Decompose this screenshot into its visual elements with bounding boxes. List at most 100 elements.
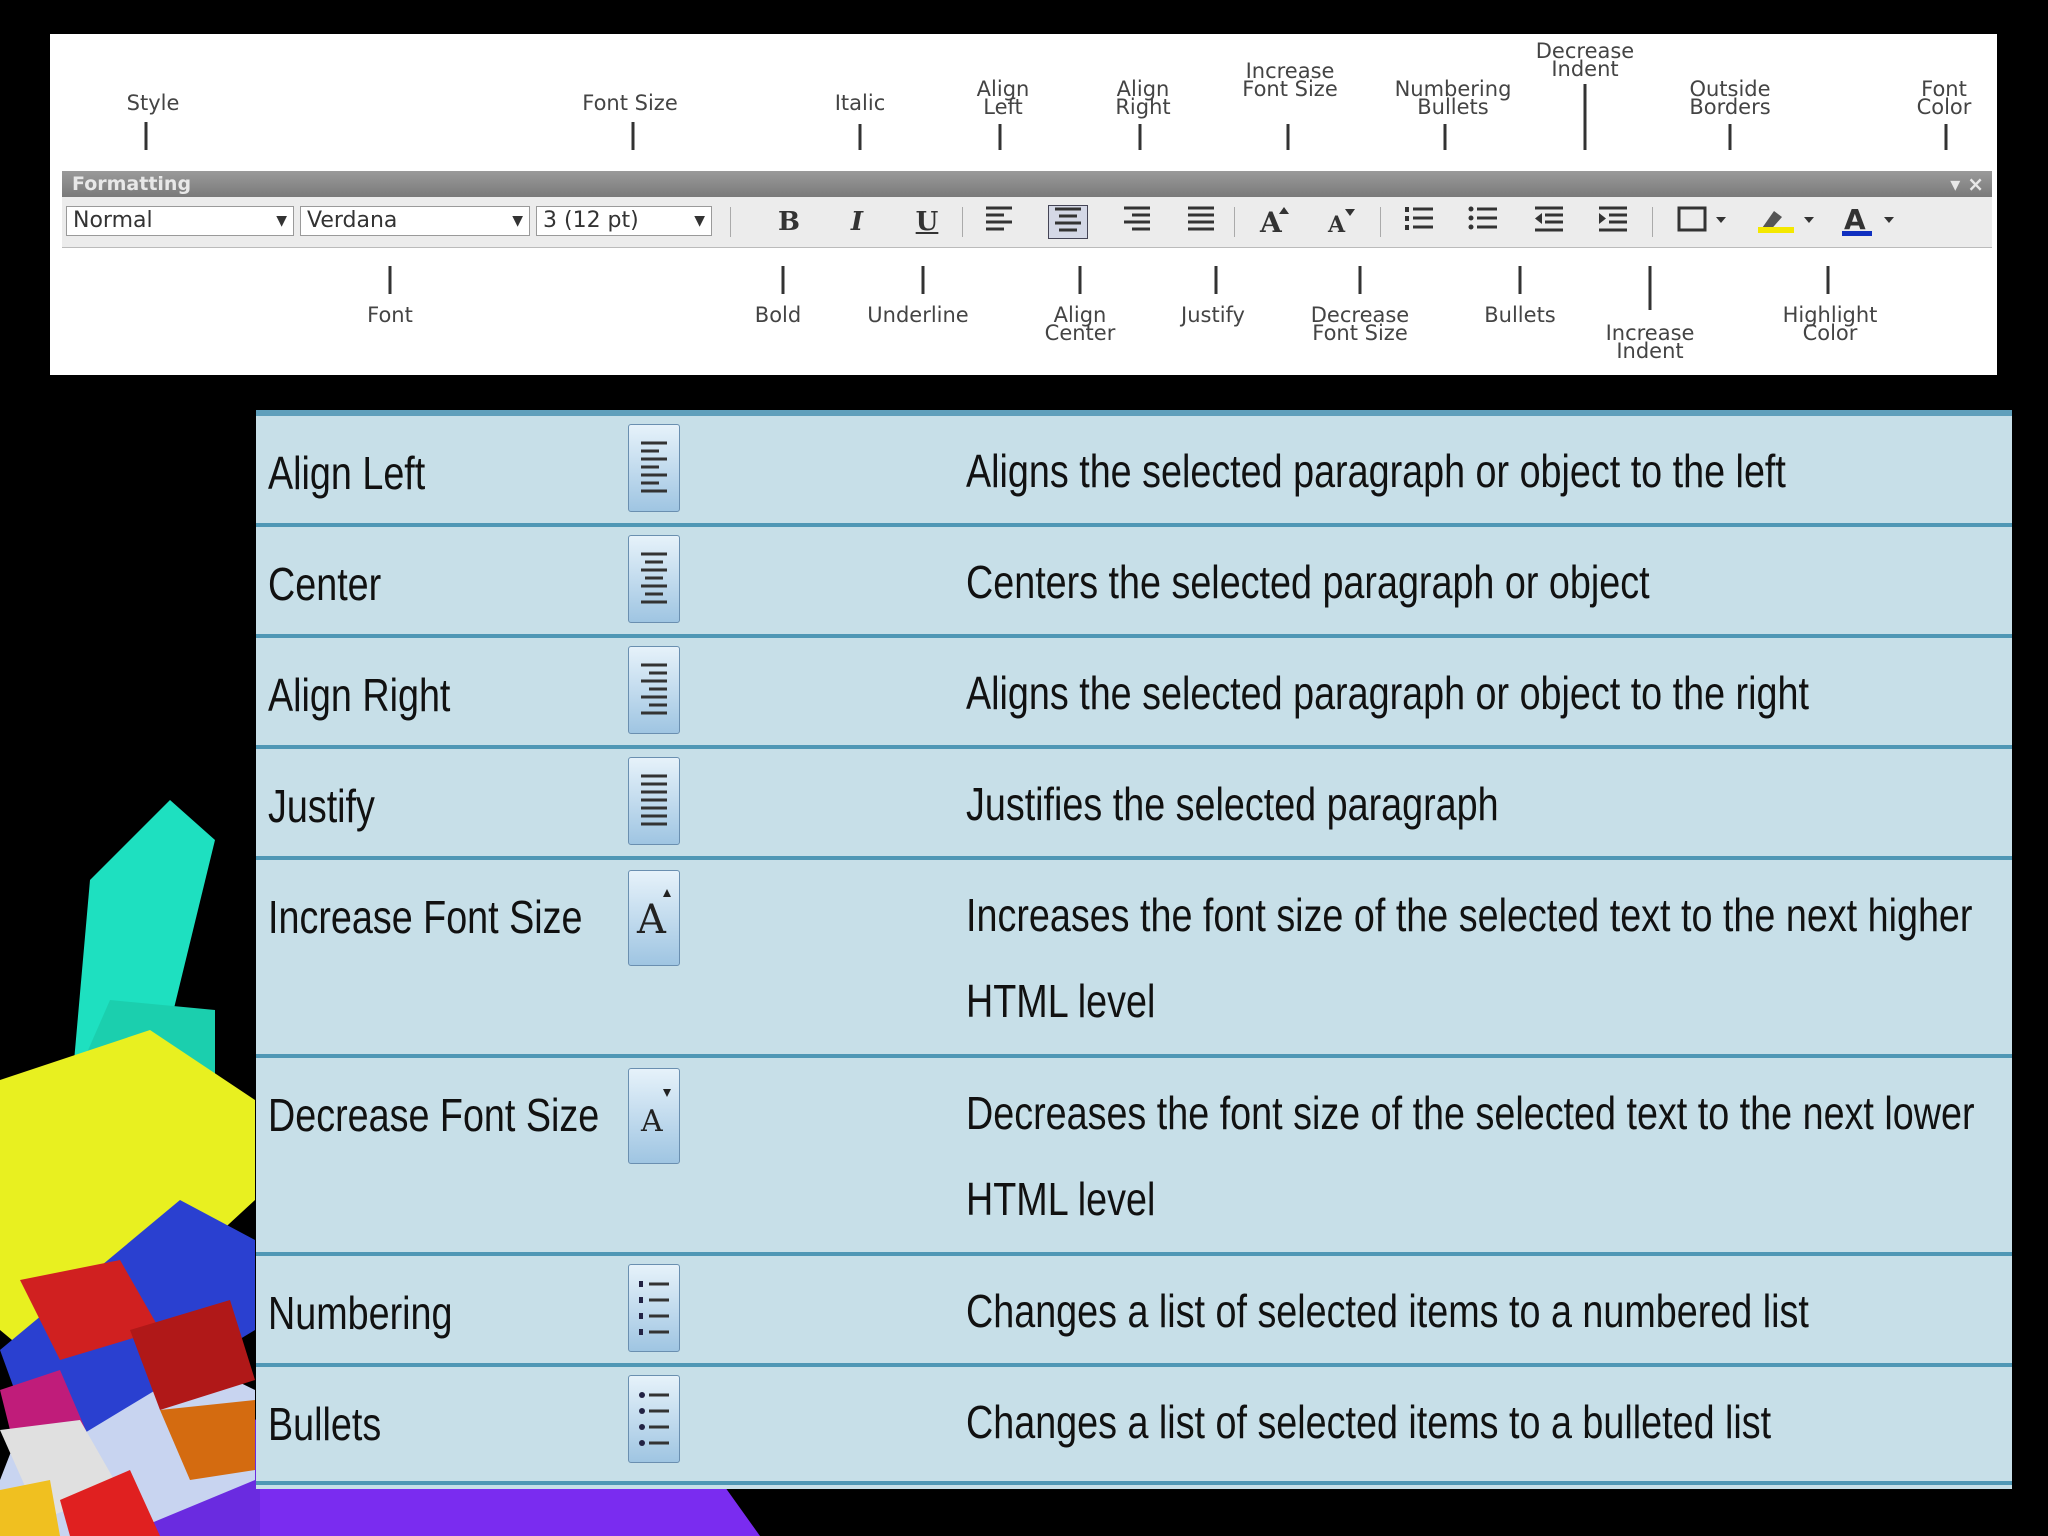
- align-right-button[interactable]: [1120, 205, 1154, 239]
- callout-numbering-bullets: Numbering Bullets: [1394, 77, 1512, 119]
- decrease-indent-button[interactable]: [1532, 205, 1566, 239]
- callout-tick: [388, 266, 392, 294]
- command-name: Increase Font Size: [268, 891, 583, 943]
- callout-tick: [1583, 84, 1587, 150]
- callout-justify: Justify: [1181, 303, 1245, 327]
- align-center-icon: [628, 535, 680, 623]
- underline-button[interactable]: U: [910, 205, 944, 239]
- numbering-button[interactable]: [1402, 205, 1436, 239]
- callout-tick: [1518, 266, 1522, 294]
- command-name: Center: [268, 558, 382, 610]
- increase-font-size-icon: A: [1259, 206, 1289, 239]
- toolbar-diagram: Style Font Size Italic Align Left Align …: [50, 34, 1997, 375]
- callout-align-right: Align Right: [1115, 77, 1171, 119]
- command-name: Numbering: [268, 1287, 453, 1339]
- callout-tick: [1944, 124, 1948, 150]
- italic-button[interactable]: I: [840, 205, 874, 239]
- bullets-icon: [628, 1375, 680, 1463]
- table-row: Center Centers the selected paragraph or…: [256, 527, 2012, 638]
- justify-button[interactable]: [1184, 205, 1218, 239]
- table-row: Justify Justifies the selected paragraph: [256, 749, 2012, 860]
- toolbar-separator: [1380, 207, 1381, 237]
- table-row: Align Left Aligns the selected paragraph…: [256, 416, 2012, 527]
- callout-tick: [1078, 266, 1082, 294]
- callout-increase-indent: Increase Indent: [1605, 321, 1695, 363]
- align-center-button[interactable]: [1048, 205, 1088, 239]
- callout-tick: [1728, 124, 1732, 150]
- chevron-down-icon: ▼: [512, 213, 523, 229]
- bullets-icon: [1468, 206, 1497, 230]
- table-row: Align Right Aligns the selected paragrap…: [256, 638, 2012, 749]
- toolbar-separator: [730, 207, 731, 237]
- command-name: Align Left: [268, 447, 426, 499]
- callout-tick: [1443, 124, 1447, 150]
- numbering-icon: [628, 1264, 680, 1352]
- toolbar-separator: [1234, 207, 1235, 237]
- svg-text:A: A: [640, 1104, 663, 1139]
- command-description: Aligns the selected paragraph or object …: [966, 445, 1786, 497]
- callout-font-color: Font Color: [1916, 77, 1972, 119]
- command-description: Changes a list of selected items to a bu…: [966, 1396, 1772, 1448]
- callout-tick: [144, 122, 148, 150]
- decrease-font-size-icon: A: [628, 1068, 680, 1164]
- increase-font-size-icon: A: [628, 870, 680, 966]
- font-size-dropdown[interactable]: 3 (12 pt) ▼: [536, 206, 712, 236]
- bold-button[interactable]: B: [772, 205, 806, 239]
- callout-align-center: Align Center: [1044, 303, 1116, 345]
- justify-icon: [628, 757, 680, 845]
- command-description: Centers the selected paragraph or object: [966, 556, 1650, 608]
- close-icon[interactable]: ▾ ×: [1950, 171, 1984, 197]
- callout-increase-font-size: Increase Font Size: [1242, 59, 1338, 101]
- callout-tick: [631, 122, 635, 150]
- align-right-icon: [628, 646, 680, 734]
- command-description: Decreases the font size of the selected …: [966, 1087, 1975, 1225]
- style-dropdown[interactable]: Normal ▼: [66, 206, 294, 236]
- align-right-icon: [1124, 206, 1150, 231]
- chevron-down-icon: ▼: [694, 213, 705, 229]
- justify-icon: [1188, 206, 1214, 231]
- command-description: Changes a list of selected items to a nu…: [966, 1285, 1809, 1337]
- callout-tick: [1648, 266, 1652, 310]
- callout-tick: [998, 124, 1002, 150]
- table-row: Increase Font Size A Increases the font …: [256, 860, 2012, 1058]
- callout-highlight-color: Highlight Color: [1782, 303, 1878, 345]
- increase-indent-button[interactable]: [1596, 205, 1630, 239]
- font-color-button[interactable]: A: [1840, 203, 1920, 239]
- callout-font: Font: [367, 303, 413, 327]
- command-name: Bullets: [268, 1398, 382, 1450]
- font-dropdown[interactable]: Verdana ▼: [300, 206, 530, 236]
- highlight-color-button[interactable]: [1756, 205, 1826, 239]
- command-name: Align Right: [268, 669, 451, 721]
- callout-style: Style: [126, 91, 180, 115]
- decrease-font-size-button[interactable]: A: [1324, 205, 1358, 239]
- increase-font-size-button[interactable]: A: [1258, 205, 1292, 239]
- table-row: Decrease Font Size A Decreases the font …: [256, 1058, 2012, 1256]
- toolbar-separator: [1652, 207, 1653, 237]
- callout-tick: [921, 266, 925, 294]
- callout-tick: [781, 266, 785, 294]
- svg-text:A: A: [1327, 212, 1346, 235]
- toolbar-title-bar: Formatting ▾ ×: [62, 171, 1992, 197]
- svg-text:A: A: [1259, 206, 1283, 235]
- callout-italic: Italic: [834, 91, 886, 115]
- callout-tick: [1138, 124, 1142, 150]
- style-value: Normal: [73, 208, 153, 233]
- align-left-button[interactable]: [982, 205, 1016, 239]
- bullets-button[interactable]: [1466, 205, 1500, 239]
- callout-tick: [1286, 124, 1290, 150]
- numbering-icon: [1405, 207, 1433, 230]
- align-left-icon: [628, 424, 680, 512]
- formatting-toolbar: Normal ▼ Verdana ▼ 3 (12 pt) ▼ B I U A A…: [62, 197, 1992, 248]
- svg-text:A: A: [636, 897, 667, 943]
- align-left-icon: [986, 206, 1012, 231]
- callout-decrease-font-size: Decrease Font Size: [1310, 303, 1410, 345]
- callout-align-left: Align Left: [976, 77, 1030, 119]
- callout-decrease-indent: Decrease Indent: [1535, 39, 1635, 81]
- increase-indent-icon: [1599, 206, 1627, 232]
- font-size-value: 3 (12 pt): [543, 208, 639, 233]
- callout-underline: Underline: [867, 303, 969, 327]
- formatting-reference-table: Align Left Aligns the selected paragraph…: [256, 410, 2012, 1489]
- callout-tick: [1826, 266, 1830, 294]
- outside-borders-button[interactable]: [1676, 205, 1736, 239]
- outside-borders-icon: [1677, 206, 1726, 232]
